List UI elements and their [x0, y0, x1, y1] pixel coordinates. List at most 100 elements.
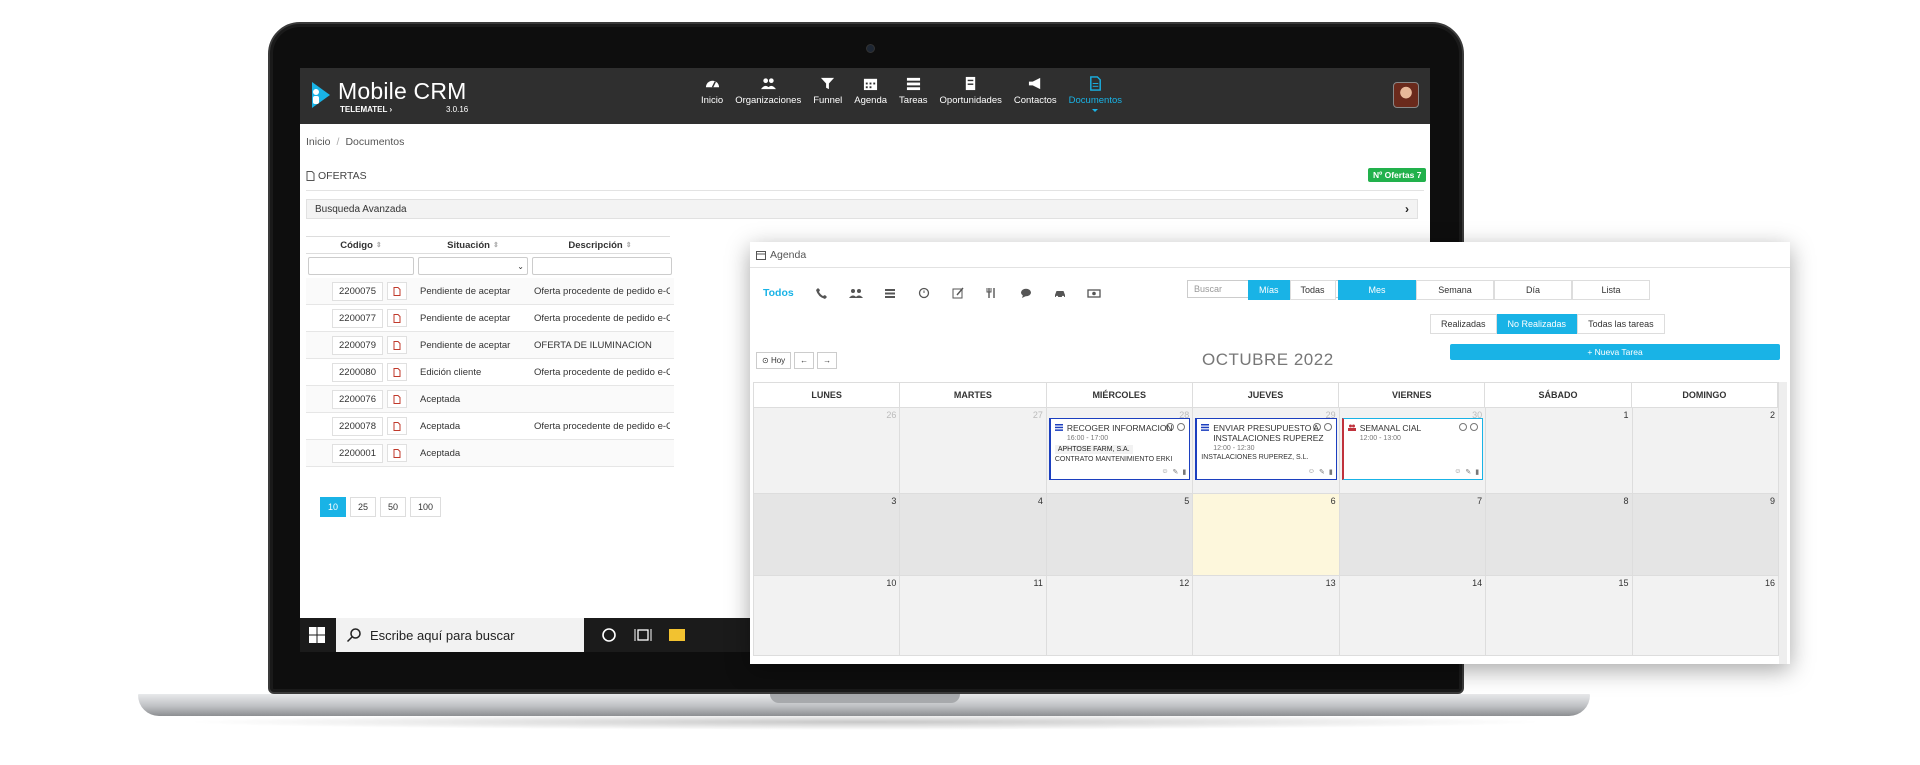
app-logo[interactable]: Mobile CRM TELEMATEL › 3.0.16 — [308, 76, 548, 116]
page-size-10[interactable]: 10 — [320, 497, 347, 517]
view-mes[interactable]: Mes — [1338, 280, 1416, 300]
breadcrumb-home[interactable]: Inicio — [306, 136, 331, 148]
new-task-button[interactable]: + Nueva Tarea — [1450, 344, 1780, 360]
offer-code[interactable]: 2200076 — [332, 389, 383, 409]
users-icon[interactable]: ☺ — [1308, 468, 1315, 476]
nav-item-funnel[interactable]: Funnel — [813, 76, 842, 120]
file-explorer-icon[interactable] — [668, 626, 686, 644]
calendar-day[interactable]: 16 — [1632, 576, 1779, 656]
pdf-icon[interactable] — [386, 417, 407, 435]
edit-icon[interactable] — [950, 285, 966, 301]
assign-user-icon[interactable]: ☺ — [1161, 468, 1168, 476]
trash-icon[interactable]: ▮ — [1329, 468, 1333, 476]
cortana-icon[interactable] — [600, 626, 618, 644]
nav-item-documentos[interactable]: Documentos — [1069, 76, 1122, 120]
view-semana[interactable]: Semana — [1416, 280, 1494, 300]
view-dia[interactable]: Día — [1494, 280, 1572, 300]
view-lista[interactable]: Lista — [1572, 280, 1650, 300]
nav-item-contactos[interactable]: Contactos — [1014, 76, 1057, 120]
offer-code[interactable]: 2200077 — [332, 308, 383, 328]
table-row[interactable]: 2200001 Aceptada — [306, 440, 674, 467]
nav-item-inicio[interactable]: Inicio — [701, 76, 723, 120]
pdf-icon[interactable] — [386, 390, 407, 408]
nav-item-tareas[interactable]: Tareas — [899, 76, 928, 120]
nav-item-organizaciones[interactable]: Organizaciones — [735, 76, 801, 120]
edit-icon[interactable]: ✎ — [1319, 468, 1325, 476]
table-row[interactable]: 2200077 Pendiente de aceptar Oferta proc… — [306, 305, 674, 332]
restaurant-icon[interactable] — [984, 285, 1000, 301]
tasks-icon[interactable] — [882, 285, 898, 301]
pdf-icon[interactable] — [386, 282, 407, 300]
calendar-event[interactable]: ENVIAR PRESUPUESTO A INSTALACIONES RUPER… — [1195, 418, 1337, 480]
offer-code[interactable]: 2200001 — [332, 443, 383, 463]
calendar-day[interactable]: 15 — [1486, 576, 1633, 656]
calendar-day[interactable]: 14 — [1339, 576, 1487, 656]
calendar-day[interactable]: 1 — [1486, 408, 1633, 494]
calendar-day[interactable]: 7 — [1339, 494, 1487, 576]
calendar-day[interactable]: 12 — [1046, 576, 1194, 656]
column-header-descripcion[interactable]: Descripción ⇕ — [530, 236, 670, 254]
offer-code[interactable]: 2200079 — [332, 335, 383, 355]
taskbar-search-input[interactable]: Escribe aquí para buscar — [336, 618, 584, 652]
calendar-day[interactable]: 30 SEMANAL CIAL 12:00 - 13:00 ☺ ✎ ▮ — [1339, 408, 1487, 494]
calendar-day[interactable]: 13 — [1193, 576, 1340, 656]
pdf-icon[interactable] — [386, 444, 407, 462]
user-avatar[interactable] — [1393, 82, 1419, 108]
users-icon[interactable] — [848, 285, 864, 301]
trash-icon[interactable]: ▮ — [1182, 468, 1186, 476]
calendar-day[interactable]: 5 — [1046, 494, 1194, 576]
clock-icon[interactable] — [916, 285, 932, 301]
advanced-search-toggle[interactable]: Busqueda Avanzada › — [306, 199, 1418, 219]
trash-icon[interactable]: ▮ — [1475, 468, 1479, 476]
filter-codigo-input[interactable] — [308, 257, 414, 275]
status-realizadas[interactable]: Realizadas — [1430, 314, 1497, 334]
calendar-event[interactable]: SEMANAL CIAL 12:00 - 13:00 ☺ ✎ ▮ — [1341, 418, 1484, 480]
page-size-100[interactable]: 100 — [410, 497, 442, 517]
page-size-25[interactable]: 25 — [350, 497, 377, 517]
calendar-scrollbar[interactable] — [1779, 382, 1787, 664]
edit-icon[interactable]: ✎ — [1465, 468, 1471, 476]
status-todas[interactable]: Todas las tareas — [1577, 314, 1665, 334]
pdf-icon[interactable] — [386, 363, 407, 381]
calendar-day[interactable]: 3 — [753, 494, 901, 576]
edit-icon[interactable]: ✎ — [1173, 468, 1179, 476]
calendar-day[interactable]: 4 — [900, 494, 1047, 576]
table-row[interactable]: 2200080 Edición cliente Oferta procedent… — [306, 359, 674, 386]
windows-start-icon[interactable] — [308, 626, 326, 644]
toggle-mias[interactable]: Mías — [1248, 280, 1290, 300]
offer-code[interactable]: 2200080 — [332, 362, 383, 382]
offer-code[interactable]: 2200078 — [332, 416, 383, 436]
column-header-codigo[interactable]: Código ⇕ — [306, 236, 416, 254]
calendar-day[interactable]: 8 — [1486, 494, 1633, 576]
phone-icon[interactable] — [814, 285, 830, 301]
filter-descripcion-input[interactable] — [532, 257, 672, 275]
status-no-realizadas[interactable]: No Realizadas — [1496, 314, 1578, 334]
toggle-todas[interactable]: Todas — [1289, 280, 1336, 300]
calendar-event[interactable]: RECOGER INFORMACION 16:00 - 17:00 APHTOS… — [1048, 418, 1191, 480]
logo-subtitle[interactable]: TELEMATEL › — [340, 105, 392, 114]
calendar-day[interactable]: 2 — [1632, 408, 1779, 494]
page-size-50[interactable]: 50 — [380, 497, 407, 517]
nav-item-agenda[interactable]: Agenda — [854, 76, 887, 120]
offer-code[interactable]: 2200075 — [332, 281, 383, 301]
chat-icon[interactable] — [1018, 285, 1034, 301]
nav-item-oportunidades[interactable]: Oportunidades — [940, 76, 1002, 120]
filter-todos[interactable]: Todos — [763, 287, 794, 299]
task-view-icon[interactable] — [634, 626, 652, 644]
table-row[interactable]: 2200075 Pendiente de aceptar Oferta proc… — [306, 278, 674, 305]
filter-situacion-select[interactable]: ⌄ — [418, 257, 528, 275]
calendar-day[interactable]: 28 RECOGER INFORMACION 16:00 - 17:00 APH… — [1046, 408, 1194, 494]
calendar-day[interactable]: 9 — [1632, 494, 1779, 576]
money-icon[interactable] — [1086, 285, 1102, 301]
today-button[interactable]: ⊙ Hoy — [756, 352, 792, 369]
prev-month-button[interactable]: ← — [794, 352, 815, 369]
calendar-day[interactable]: 26 — [753, 408, 901, 494]
car-icon[interactable] — [1052, 285, 1068, 301]
assign-user-icon[interactable]: ☺ — [1454, 468, 1461, 476]
next-month-button[interactable]: → — [817, 352, 838, 369]
pdf-icon[interactable] — [386, 309, 407, 327]
calendar-day[interactable]: 27 — [900, 408, 1047, 494]
table-row[interactable]: 2200078 Aceptada Oferta procedente de pe… — [306, 413, 674, 440]
calendar-day[interactable]: 29 ENVIAR PRESUPUESTO A INSTALACIONES RU… — [1193, 408, 1340, 494]
column-header-situacion[interactable]: Situación ⇕ — [416, 236, 530, 254]
